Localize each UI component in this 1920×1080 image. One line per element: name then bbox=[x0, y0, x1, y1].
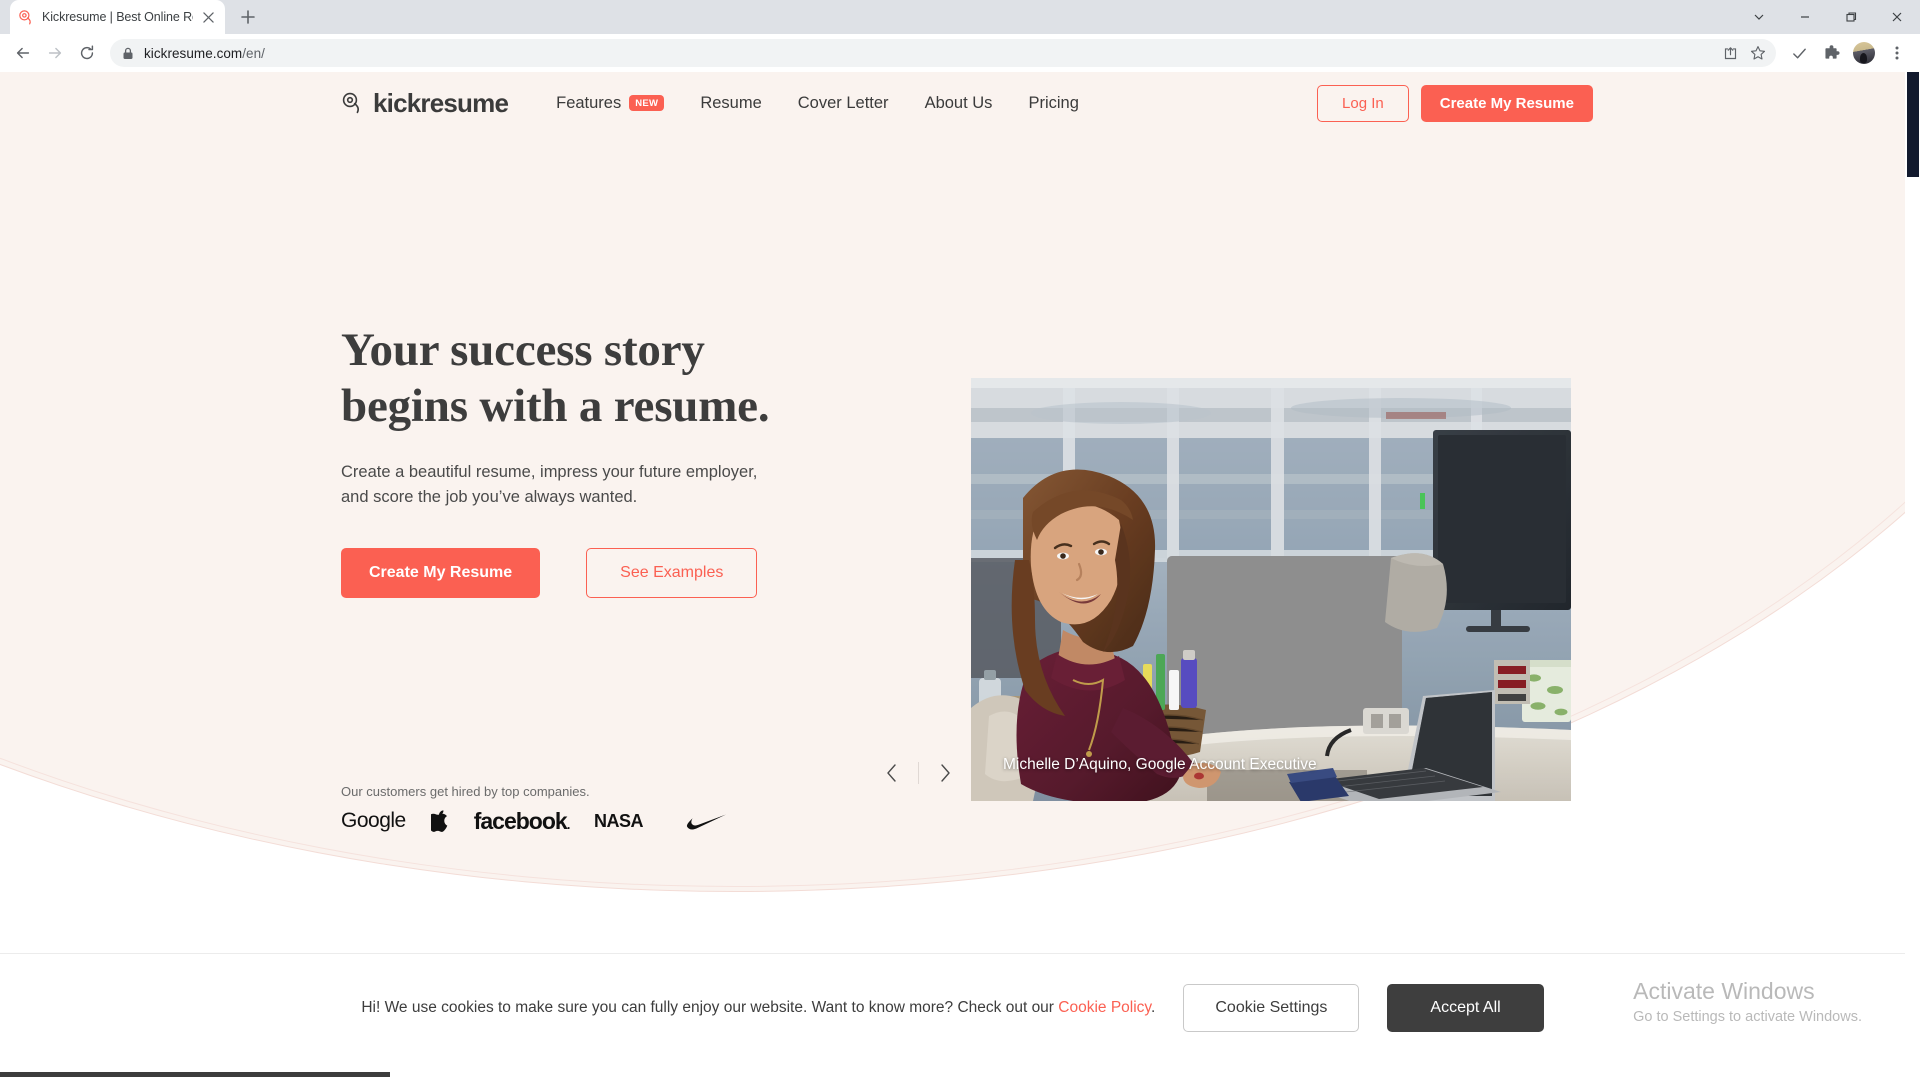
hero-text-block: Your success story begins with a resume.… bbox=[341, 322, 901, 598]
address-bar[interactable]: kickresume.com/en/ bbox=[110, 39, 1776, 67]
site-logo[interactable]: kickresume bbox=[341, 87, 509, 119]
back-arrow-icon[interactable] bbox=[8, 38, 38, 68]
site-navigation: kickresume Features NEW Resume Cover Let… bbox=[0, 72, 1905, 134]
page-content: kickresume Features NEW Resume Cover Let… bbox=[0, 72, 1920, 1080]
lock-icon bbox=[122, 47, 134, 60]
create-resume-nav-button[interactable]: Create My Resume bbox=[1420, 84, 1593, 122]
nav-link-resume[interactable]: Resume bbox=[700, 94, 761, 113]
google-logo: Google bbox=[341, 809, 406, 832]
nike-swoosh-logo bbox=[685, 813, 727, 830]
customer-logos-block: Our customers get hired by top companies… bbox=[341, 784, 761, 834]
puzzle-icon[interactable] bbox=[1816, 38, 1846, 68]
checkmark-icon[interactable] bbox=[1784, 38, 1814, 68]
new-tab-button[interactable] bbox=[234, 3, 262, 31]
star-icon[interactable] bbox=[1744, 39, 1772, 67]
nav-link-features[interactable]: Features NEW bbox=[556, 93, 665, 113]
new-badge: NEW bbox=[629, 95, 665, 111]
reload-icon[interactable] bbox=[72, 38, 102, 68]
nav-actions: Log In Create My Resume bbox=[1317, 72, 1593, 134]
url-domain: kickresume.com bbox=[144, 45, 243, 61]
page-title: Your success story begins with a resume. bbox=[341, 322, 901, 434]
accept-all-button[interactable]: Accept All bbox=[1387, 984, 1544, 1032]
nav-link-label: Features bbox=[556, 93, 622, 112]
hero-subtitle: Create a beautiful resume, impress your … bbox=[341, 460, 781, 510]
facebook-logo: facebook. bbox=[473, 807, 570, 834]
carousel-controls bbox=[880, 760, 957, 786]
login-button[interactable]: Log In bbox=[1317, 84, 1409, 122]
kickresume-mark-icon bbox=[341, 91, 365, 115]
hero-cta-group: Create My Resume See Examples bbox=[341, 548, 901, 598]
forward-arrow-icon[interactable] bbox=[40, 38, 70, 68]
cookie-text-before: Hi! We use cookies to make sure you can … bbox=[361, 999, 1059, 1016]
page-viewport: kickresume Features NEW Resume Cover Let… bbox=[0, 72, 1920, 1080]
chevron-down-icon[interactable] bbox=[1736, 0, 1782, 34]
company-logo-row: Google facebook. NASA bbox=[341, 808, 761, 834]
cookie-banner-text: Hi! We use cookies to make sure you can … bbox=[361, 999, 1155, 1017]
avatar[interactable] bbox=[1853, 42, 1875, 64]
chevron-left-icon[interactable] bbox=[880, 760, 904, 786]
share-icon[interactable] bbox=[1716, 39, 1744, 67]
hero-title-line1: Your success story bbox=[341, 324, 705, 376]
svg-text:NASA: NASA bbox=[594, 811, 644, 831]
hero-subtitle-line1: Create a beautiful resume, impress your … bbox=[341, 463, 758, 481]
minimize-icon[interactable] bbox=[1782, 0, 1828, 34]
omnibox-actions bbox=[1716, 39, 1772, 67]
site-logo-text: kickresume bbox=[373, 87, 509, 118]
url-text: kickresume.com/en/ bbox=[144, 46, 265, 61]
cookie-banner: Hi! We use cookies to make sure you can … bbox=[0, 953, 1905, 1062]
create-resume-hero-button[interactable]: Create My Resume bbox=[341, 548, 541, 598]
nav-link-pricing[interactable]: Pricing bbox=[1028, 94, 1078, 113]
hero-photo: Michelle D’Aquino, Google Account Execut… bbox=[971, 378, 1571, 801]
nav-link-cover-letter[interactable]: Cover Letter bbox=[798, 94, 889, 113]
maximize-icon[interactable] bbox=[1828, 0, 1874, 34]
hero-title-line2: begins with a resume. bbox=[341, 380, 770, 432]
tab-title: Kickresume | Best Online Resume bbox=[42, 10, 193, 24]
three-dot-menu-icon[interactable] bbox=[1882, 38, 1912, 68]
bottom-accent-bar bbox=[0, 1072, 390, 1077]
cookie-policy-link[interactable]: Cookie Policy bbox=[1058, 999, 1151, 1016]
cookie-settings-button[interactable]: Cookie Settings bbox=[1183, 984, 1360, 1032]
nasa-logo: NASA bbox=[594, 811, 660, 831]
photo-caption: Michelle D’Aquino, Google Account Execut… bbox=[1003, 756, 1317, 773]
kickresume-icon bbox=[18, 9, 35, 26]
browser-toolbar: kickresume.com/en/ bbox=[0, 34, 1920, 72]
customers-label: Our customers get hired by top companies… bbox=[341, 784, 590, 799]
carousel-divider bbox=[918, 762, 919, 784]
chevron-right-icon[interactable] bbox=[933, 760, 957, 786]
tab-strip: Kickresume | Best Online Resume bbox=[0, 0, 1920, 34]
page-bottom-strip bbox=[0, 1062, 1920, 1080]
see-examples-button[interactable]: See Examples bbox=[586, 548, 758, 598]
close-tab-icon[interactable] bbox=[200, 9, 217, 26]
browser-window: Kickresume | Best Online Resume bbox=[0, 0, 1920, 1080]
url-path: /en/ bbox=[242, 45, 265, 61]
window-controls bbox=[1736, 0, 1920, 34]
hero-subtitle-line2: and score the job you’ve always wanted. bbox=[341, 488, 638, 506]
apple-logo bbox=[430, 810, 449, 832]
cookie-text-after: . bbox=[1151, 999, 1156, 1016]
browser-tab[interactable]: Kickresume | Best Online Resume bbox=[10, 0, 225, 34]
close-window-icon[interactable] bbox=[1874, 0, 1920, 34]
nav-link-about-us[interactable]: About Us bbox=[925, 94, 993, 113]
